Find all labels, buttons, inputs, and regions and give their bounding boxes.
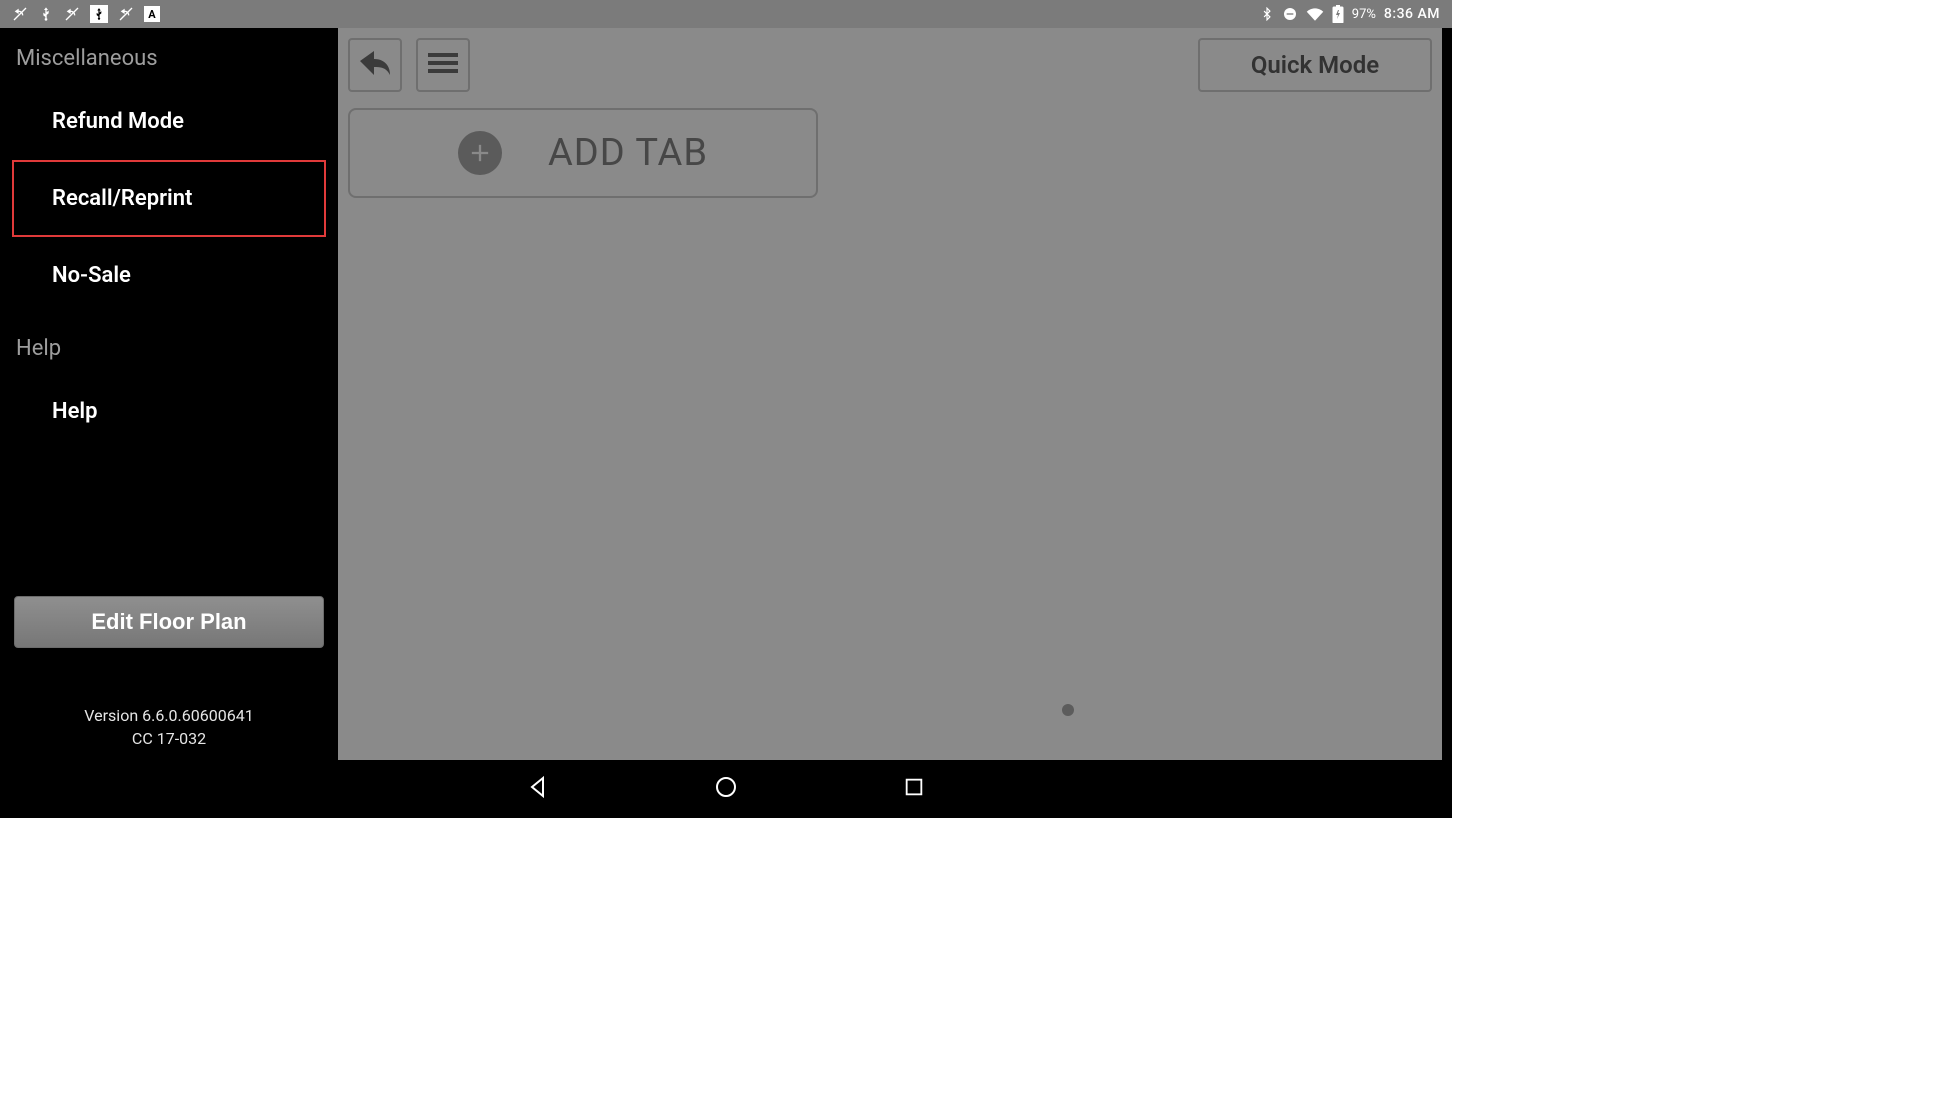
- page-indicator-dot: [1062, 704, 1074, 716]
- battery-charging-icon: [1332, 5, 1344, 23]
- sync-off-icon-3: [118, 6, 134, 22]
- back-arrow-icon: [358, 49, 392, 81]
- dnd-icon: [1282, 6, 1298, 22]
- quick-mode-label: Quick Mode: [1251, 51, 1379, 79]
- menu-button[interactable]: [416, 38, 470, 92]
- status-bar: A 97% 8:36 AM: [0, 0, 1452, 28]
- hamburger-icon: [428, 51, 458, 79]
- usb-icon: [38, 6, 54, 22]
- sync-off-icon: [12, 6, 28, 22]
- app-root: A 97% 8:36 AM Miscellaneous Refund Mode …: [0, 0, 1452, 818]
- nav-home-button[interactable]: [712, 775, 740, 803]
- version-line-2: CC 17-032: [14, 727, 324, 750]
- section-miscellaneous: Miscellaneous: [0, 38, 338, 83]
- usb-box-icon: [90, 5, 108, 23]
- edit-floor-plan-button[interactable]: Edit Floor Plan: [14, 596, 324, 648]
- sync-off-icon-2: [64, 6, 80, 22]
- nav-home-icon: [714, 775, 738, 803]
- add-tab-button[interactable]: ADD TAB: [348, 108, 818, 198]
- keyboard-lang-icon: A: [144, 6, 160, 22]
- nav-recents-button[interactable]: [900, 775, 928, 803]
- bluetooth-icon: [1260, 7, 1274, 21]
- nav-back-icon: [526, 775, 550, 803]
- sidebar: Miscellaneous Refund Mode Recall/Reprint…: [0, 28, 338, 760]
- add-tab-label: ADD TAB: [548, 131, 708, 175]
- quick-mode-button[interactable]: Quick Mode: [1198, 38, 1432, 92]
- version-line-1: Version 6.6.0.60600641: [14, 704, 324, 727]
- section-help: Help: [0, 314, 338, 373]
- wifi-icon: [1306, 7, 1324, 21]
- status-right: 97% 8:36 AM: [1260, 5, 1444, 23]
- nav-recents-icon: [903, 776, 925, 802]
- android-nav-bar: [0, 760, 1452, 818]
- toolbar: Quick Mode: [348, 38, 1432, 92]
- version-info: Version 6.6.0.60600641 CC 17-032: [14, 704, 324, 750]
- sidebar-item-help[interactable]: Help: [12, 373, 326, 450]
- sidebar-item-refund-mode[interactable]: Refund Mode: [12, 83, 326, 160]
- status-time: 8:36 AM: [1384, 6, 1440, 22]
- back-button[interactable]: [348, 38, 402, 92]
- nav-back-button[interactable]: [524, 775, 552, 803]
- status-left-icons: A: [8, 5, 160, 23]
- plus-circle-icon: [458, 131, 502, 175]
- main-content: Quick Mode ADD TAB: [338, 28, 1442, 760]
- sidebar-item-no-sale[interactable]: No-Sale: [12, 237, 326, 314]
- battery-percent: 97%: [1352, 7, 1376, 22]
- sidebar-bottom: Edit Floor Plan Version 6.6.0.60600641 C…: [0, 596, 338, 760]
- sidebar-item-recall-reprint[interactable]: Recall/Reprint: [12, 160, 326, 237]
